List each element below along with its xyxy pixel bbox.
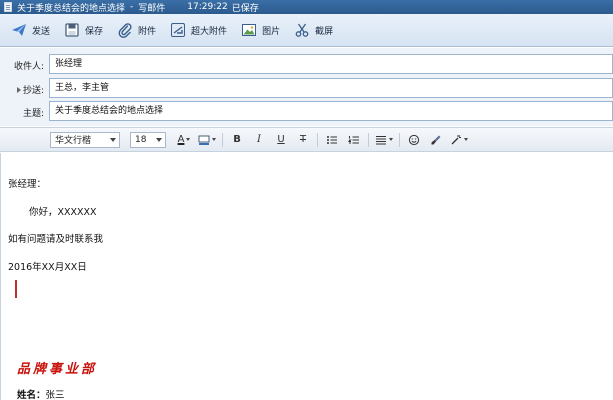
magic-button[interactable] bbox=[450, 132, 468, 148]
format-brush-button[interactable] bbox=[428, 132, 444, 148]
send-button[interactable]: 发送 bbox=[6, 19, 55, 41]
large-attach-button[interactable]: 超大附件 bbox=[165, 19, 232, 41]
main-toolbar: 发送 保存 附件 超大附件 图片 截屏 bbox=[0, 14, 613, 47]
cc-label: 抄送: bbox=[22, 86, 44, 96]
italic-button[interactable]: I bbox=[251, 132, 267, 148]
cc-input[interactable]: 王总，李主管 bbox=[49, 78, 613, 98]
save-time: 17:29:22 bbox=[187, 2, 228, 12]
body-line-2: 如有问题请及时联系我 bbox=[8, 234, 104, 245]
chevron-down-icon bbox=[156, 137, 162, 142]
document-icon bbox=[4, 2, 12, 12]
send-label: 发送 bbox=[32, 26, 51, 37]
subject-input[interactable]: 关于季度总结会的地点选择 bbox=[49, 101, 613, 121]
divider bbox=[222, 132, 223, 147]
smiley-icon bbox=[408, 134, 420, 145]
to-row: 收件人: 张经理 bbox=[0, 54, 613, 74]
mail-body-editor[interactable]: 张经理： 你好，XXXXXX 如有问题请及时联系我 2016年XX月XX日 品牌… bbox=[0, 153, 612, 400]
to-label: 收件人: bbox=[13, 62, 44, 72]
save-status: 已保存 bbox=[231, 3, 259, 14]
text-cursor bbox=[15, 280, 17, 298]
chevron-down-icon bbox=[212, 138, 216, 141]
signature-name: 张三 bbox=[45, 390, 65, 400]
bold-button[interactable]: B bbox=[229, 132, 245, 148]
underline-button[interactable]: U bbox=[273, 132, 289, 148]
signature-name-line: 姓名：张三 bbox=[17, 387, 65, 400]
numbered-list-button[interactable] bbox=[346, 132, 362, 148]
chevron-down-icon bbox=[389, 138, 393, 141]
screenshot-button[interactable]: 截屏 bbox=[289, 19, 338, 41]
large-attach-label: 超大附件 bbox=[191, 26, 228, 37]
font-family-value: 华文行楷 bbox=[55, 136, 92, 146]
font-size-select[interactable]: 18 bbox=[130, 131, 166, 148]
signature-department: 品牌事业部 bbox=[17, 362, 98, 377]
mail-header-fields: 收件人: 张经理 抄送: 王总，李主管 主题: 关于季度总结会的地点选择 bbox=[0, 48, 613, 126]
attach-label: 附件 bbox=[138, 26, 157, 37]
subject-label: 主题: bbox=[22, 109, 44, 119]
chevron-down-icon bbox=[186, 138, 191, 141]
emoji-button[interactable] bbox=[406, 132, 422, 148]
font-family-select[interactable]: 华文行楷 bbox=[50, 131, 120, 148]
window-title: 关于季度总结会的地点选择 bbox=[17, 3, 126, 14]
signature-name-label: 姓名： bbox=[17, 390, 46, 400]
divider bbox=[317, 132, 318, 147]
window-titlebar: 关于季度总结会的地点选择 - 写邮件 17:29:22 已保存 bbox=[0, 0, 613, 14]
subject-row: 主题: 关于季度总结会的地点选择 bbox=[0, 101, 613, 121]
strikethrough-button[interactable]: T bbox=[295, 132, 311, 148]
expand-triangle-icon bbox=[16, 87, 21, 93]
to-input[interactable]: 张经理 bbox=[49, 54, 613, 74]
save-icon bbox=[65, 23, 79, 37]
font-color-icon: A bbox=[177, 134, 185, 145]
scissors-icon bbox=[295, 23, 309, 37]
greeting-line: 张经理： bbox=[8, 179, 47, 190]
save-button[interactable]: 保存 bbox=[59, 19, 108, 41]
send-icon bbox=[12, 24, 26, 36]
picture-label: 图片 bbox=[262, 26, 281, 37]
paperclip-icon bbox=[118, 23, 132, 38]
format-toolbar: 华文行楷 18 A B I U T bbox=[0, 127, 613, 152]
picture-icon bbox=[242, 24, 257, 36]
date-line: 2016年XX月XX日 bbox=[8, 262, 87, 273]
font-size-value: 18 bbox=[135, 134, 147, 145]
font-color-button[interactable]: A bbox=[176, 132, 192, 148]
screenshot-label: 截屏 bbox=[315, 26, 334, 37]
large-attachment-icon bbox=[171, 23, 186, 37]
bullet-list-button[interactable] bbox=[324, 132, 340, 148]
bullet-list-icon bbox=[327, 135, 337, 144]
divider bbox=[368, 132, 369, 147]
highlight-icon bbox=[198, 135, 210, 145]
cc-label-wrap[interactable]: 抄送: bbox=[0, 83, 44, 96]
divider bbox=[399, 132, 400, 147]
magic-wand-icon bbox=[451, 134, 461, 144]
cc-row: 抄送: 王总，李主管 bbox=[0, 78, 613, 98]
window-mode: 写邮件 bbox=[138, 3, 166, 14]
save-label: 保存 bbox=[85, 26, 104, 37]
attach-button[interactable]: 附件 bbox=[112, 19, 161, 41]
title-separator: - bbox=[130, 2, 134, 12]
align-button[interactable] bbox=[375, 132, 393, 148]
highlight-color-button[interactable] bbox=[198, 132, 216, 148]
chevron-down-icon bbox=[110, 137, 116, 142]
align-icon bbox=[376, 135, 386, 144]
brush-icon bbox=[431, 135, 441, 144]
chevron-down-icon bbox=[464, 138, 468, 141]
numbered-list-icon bbox=[348, 135, 359, 143]
picture-button[interactable]: 图片 bbox=[236, 19, 285, 41]
body-line-1: 你好，XXXXXX bbox=[29, 207, 97, 218]
